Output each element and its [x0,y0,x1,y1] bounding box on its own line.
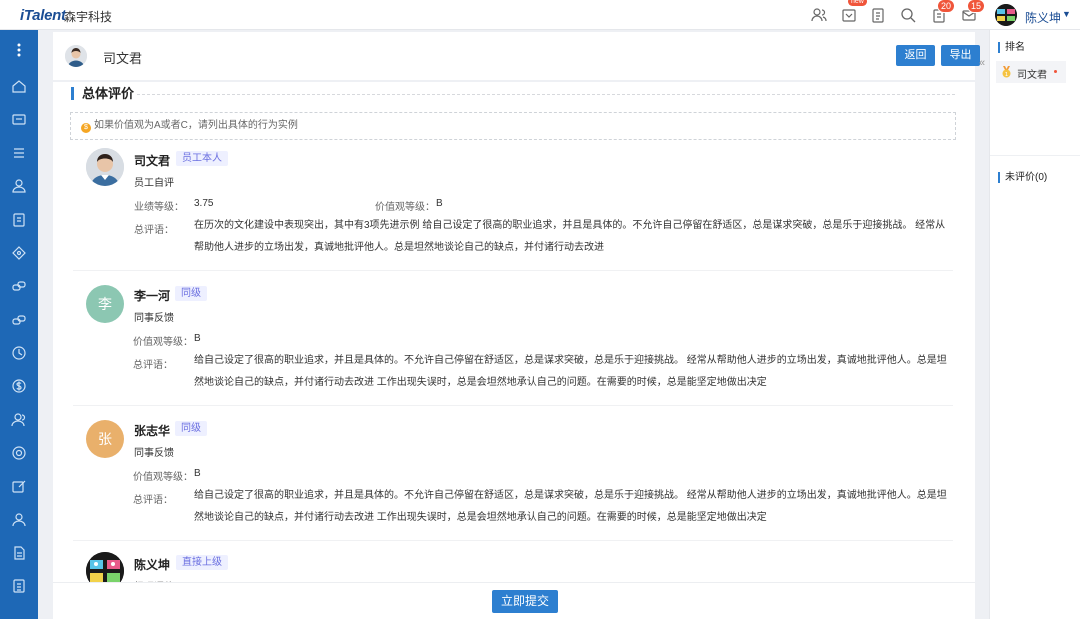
review-divider [73,405,953,406]
tasks-badge: 20 [937,0,956,13]
panel-divider [990,155,1080,156]
svg-text:1: 1 [1005,72,1009,78]
review-type: 同事反馈 [134,448,174,459]
comment-label: 总评语： [134,225,174,236]
user-name[interactable]: 陈义坤 [1025,9,1061,26]
review-divider [73,540,953,541]
user-avatar[interactable] [995,4,1017,26]
comment-label: 总评语： [133,360,173,371]
review-content: 总体评价 $ 如果价值观为A或者C，请列出具体的行为实例 司文君 员工本人 员工自… [53,82,975,582]
reviewer-name: 张志华 [134,424,171,438]
review-type: 员工自评 [134,178,174,189]
app-logo[interactable]: iTalent [20,7,66,24]
submit-button[interactable]: 立即提交 [492,590,558,613]
reviewer-tag: 同级 [175,286,207,301]
reviewer-avatar: 李 [86,285,124,323]
tasks-icon[interactable]: 20 [930,0,956,24]
employee-header: 司文君 [53,32,975,80]
reviewer-avatar: 张 [86,420,124,458]
hint-box: $ 如果价值观为A或者C，请列出具体的行为实例 [70,112,956,140]
reviewer-avatar [86,148,124,186]
value-level-label: 价值观等级： [375,202,435,213]
value-level-value: B [194,468,201,479]
left-nav [0,30,38,619]
message-badge: 15 [967,0,986,13]
person-icon[interactable] [9,176,29,196]
right-panel: 排名 1 司文君 未评价(0) [989,30,1080,619]
review-type: 同事反馈 [134,313,174,324]
performance-value: 3.75 [194,198,214,209]
section-title: 总体评价 [71,87,134,100]
ranking-item[interactable]: 1 司文君 [996,61,1066,83]
section-divider [137,94,955,95]
search-icon[interactable] [899,6,917,24]
comment-text: 给自己设定了很高的职业追求，并且是具体的。不允许自己停留在舒适区，总是谋求突破，… [194,490,947,523]
file-icon[interactable] [9,543,29,563]
report-icon[interactable] [9,576,29,596]
company-name: 森宇科技 [64,10,113,24]
inbox-icon[interactable]: new [840,0,867,24]
chat-icon[interactable] [9,110,29,130]
link-icon[interactable] [9,276,29,296]
reviewer-tag: 员工本人 [176,151,228,166]
reviewer-name: 李一河 [134,289,171,303]
collapse-panel-icon[interactable]: « [979,57,985,69]
export-button[interactable]: 导出 [941,45,980,66]
reviewer-name: 司文君 [134,154,171,168]
back-button[interactable]: 返回 [896,45,935,66]
hint-text: 如果价值观为A或者C，请列出具体的行为实例 [94,120,298,131]
edit-icon[interactable] [9,476,29,496]
value-level-value: B [436,198,443,209]
footer-bar: 立即提交 [53,582,975,619]
target-icon[interactable] [9,243,29,263]
reviewer-tag: 同级 [175,421,207,436]
coin-icon: $ [81,123,91,133]
value-level-value: B [194,333,201,344]
history-icon[interactable] [9,343,29,363]
clipboard-icon[interactable] [869,6,887,24]
dollar-icon[interactable] [9,376,29,396]
document-icon[interactable] [9,210,29,230]
value-level-label: 价值观等级： [133,472,193,483]
team-icon[interactable] [9,410,29,430]
home-icon[interactable] [9,76,29,96]
review-divider [73,270,953,271]
performance-label: 业绩等级： [134,202,184,213]
employee-name: 司文君 [103,51,143,66]
top-bar: iTalent 森宇科技 new 20 15 陈义坤 ▼ [0,0,1080,30]
new-badge: new [848,0,867,6]
comment-text: 在历次的文化建设中表现突出，其中有3项先进示例 给自己设定了很高的职业追求，并且… [194,220,946,253]
message-icon[interactable]: 15 [960,0,986,24]
gold-medal-icon: 1 [1002,66,1011,78]
reviewer-avatar [86,552,124,582]
employee-avatar [65,45,87,67]
comment-text: 给自己设定了很高的职业追求，并且是具体的。不允许自己停留在舒适区，总是谋求突破，… [194,355,947,388]
menu-dots-icon[interactable] [9,40,29,60]
reviewer-tag: 直接上级 [176,555,228,570]
ranking-title: 排名 [998,42,1025,53]
user-menu-chevron-icon[interactable]: ▼ [1062,9,1071,19]
reviewer-name: 陈义坤 [134,558,171,572]
unrated-title[interactable]: 未评价(0) [998,172,1047,183]
list-icon[interactable] [9,143,29,163]
link-2-icon[interactable] [9,310,29,330]
contacts-icon[interactable] [810,6,828,24]
comment-label: 总评语： [133,495,173,506]
compass-icon[interactable] [9,443,29,463]
profile-icon[interactable] [9,510,29,530]
ranking-item-name: 司文君 [1017,70,1047,81]
status-dot [1054,70,1057,73]
value-level-label: 价值观等级： [133,337,193,348]
